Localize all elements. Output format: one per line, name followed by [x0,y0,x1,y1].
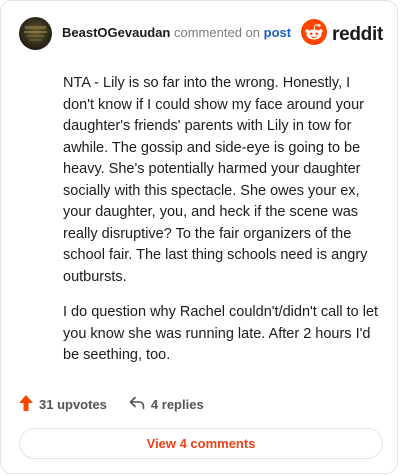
action-text: commented on [174,25,260,40]
replies-button[interactable]: 4 replies [129,396,204,413]
comment-body: NTA - Lily is so far into the wrong. Hon… [63,73,385,381]
comment-headline: BeastOGevaudan commented on post [62,25,291,41]
view-comments-button[interactable]: View 4 comments [19,428,383,459]
upvote-button[interactable]: 31 upvotes [19,394,107,414]
avatar[interactable] [19,16,52,50]
comment-paragraph: NTA - Lily is so far into the wrong. Hon… [63,75,368,285]
upvote-arrow-icon [19,394,39,414]
comment-card: BeastOGevaudan commented on post reddit … [0,0,398,474]
comment-paragraph: I do question why Rachel couldn't/didn't… [63,304,379,363]
comment-actions: 31 upvotes 4 replies [19,393,204,415]
reddit-logo[interactable]: reddit [301,19,383,50]
brand-name: reddit [332,23,383,45]
upvote-count: 31 upvotes [39,396,107,412]
reddit-snoo-icon [301,19,328,50]
comment-header: BeastOGevaudan commented on post reddit [19,15,383,51]
reply-count: 4 replies [150,396,204,412]
username[interactable]: BeastOGevaudan [62,25,170,40]
post-link[interactable]: post [264,25,291,40]
reply-arrow-icon [129,396,151,413]
